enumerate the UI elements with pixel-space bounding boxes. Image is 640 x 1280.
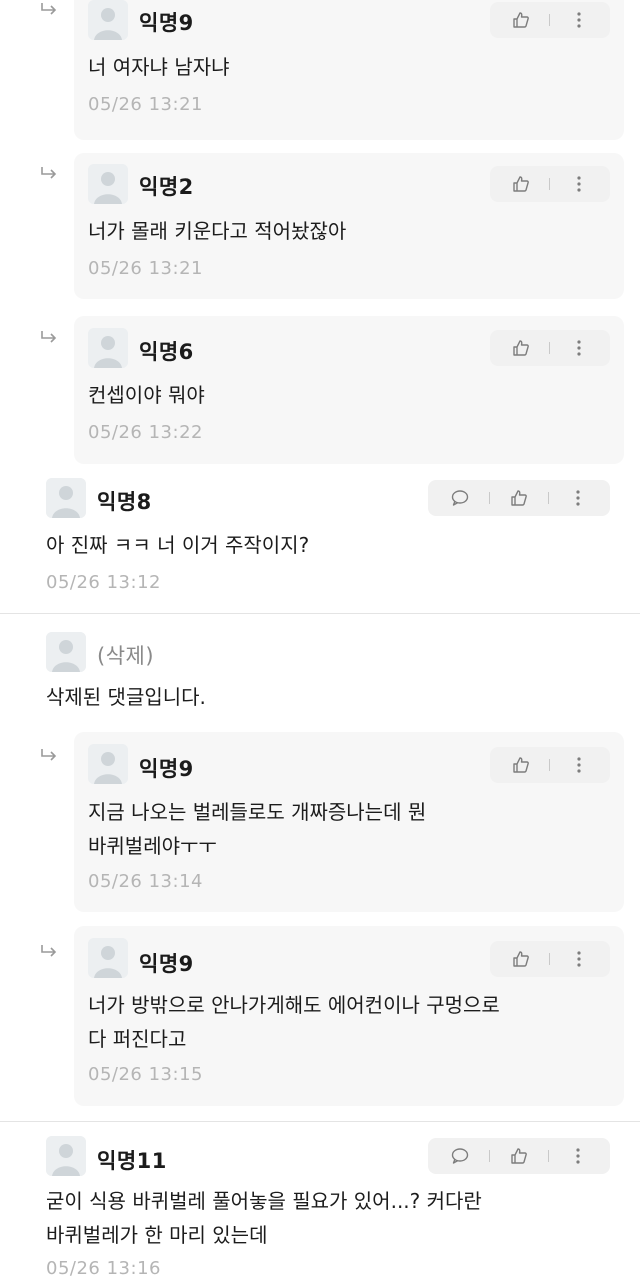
reply-button[interactable] [446,1142,474,1170]
comment-actions [490,2,610,38]
like-button[interactable] [507,334,535,362]
thumbs-up-icon [513,340,530,356]
thumbs-up-icon [511,490,527,506]
comment-divider [0,1121,640,1122]
comment-author: 익명9 [139,757,194,781]
comment-actions [490,330,610,366]
comment-author: 익명9 [139,11,194,35]
reply-arrow-icon [41,749,57,761]
avatar[interactable] [46,1136,86,1176]
more-vertical-icon [577,12,581,28]
anonymous-avatar-icon [46,478,86,518]
anonymous-avatar-icon [46,1136,86,1176]
reply-arrow-icon [41,945,57,957]
comment-actions [490,747,610,783]
comment-content: 너 여자냐 남자냐 [88,55,230,79]
comment-author: 익명9 [139,952,194,976]
comment-content: 컨셉이야 뭐야 [88,383,205,407]
comment-author: 익명6 [139,340,194,364]
more-options-button[interactable] [565,170,593,198]
reply-arrow-icon [41,167,57,179]
more-vertical-icon [577,340,581,356]
comment-timestamp: 05/26 13:14 [88,871,203,892]
anonymous-avatar-icon [88,164,128,204]
reply-button[interactable] [446,484,474,512]
more-options-button[interactable] [564,484,592,512]
thumbs-up-icon [513,951,530,967]
comment-actions [428,480,610,516]
speech-bubble-icon [451,1148,468,1164]
more-options-button[interactable] [565,334,593,362]
comment-divider [0,613,640,614]
comment-content: 굳이 식용 바퀴벌레 풀어놓을 필요가 있어...? 커다란 바퀴벌레가 한 마… [46,1189,482,1247]
like-button[interactable] [505,484,533,512]
like-button[interactable] [505,1142,533,1170]
avatar[interactable] [88,164,128,204]
comment-author-deleted: (삭제) [97,644,155,668]
anonymous-avatar-icon [88,938,128,978]
thumbs-up-icon [511,1148,527,1164]
more-options-button[interactable] [565,945,593,973]
like-button[interactable] [507,170,535,198]
comment-content: 아 진짜 ㅋㅋ 너 이거 주작이지? [46,533,310,557]
avatar[interactable] [46,478,86,518]
comment-content: 지금 나오는 벌레들로도 개짜증나는데 뭔 바퀴벌레야ㅜㅜ [88,800,427,858]
comment-timestamp: 05/26 13:15 [88,1064,203,1085]
like-button[interactable] [507,945,535,973]
comment-actions [490,166,610,202]
like-button[interactable] [507,751,535,779]
more-options-button[interactable] [564,1142,592,1170]
more-vertical-icon [577,757,581,773]
avatar[interactable] [88,938,128,978]
comment-actions [490,941,610,977]
thumbs-up-icon [513,757,530,773]
more-vertical-icon [576,490,580,506]
comment-content-deleted: 삭제된 댓글입니다. [46,685,206,709]
avatar [46,632,86,672]
anonymous-avatar-icon [88,0,128,40]
anonymous-avatar-icon [88,328,128,368]
more-vertical-icon [577,176,581,192]
comment-timestamp: 05/26 13:16 [46,1258,161,1279]
comment-content: 너가 방밖으로 안나가게해도 에어컨이나 구멍으로 다 퍼진다고 [88,993,500,1051]
comment-author: 익명11 [97,1149,167,1173]
thumbs-up-icon [513,12,530,28]
speech-bubble-icon [451,490,468,506]
more-vertical-icon [576,1148,580,1164]
thumbs-up-icon [513,176,530,192]
reply-arrow-icon [41,331,57,343]
reply-arrow-icon [41,3,57,15]
avatar[interactable] [88,0,128,40]
avatar[interactable] [88,744,128,784]
more-vertical-icon [577,951,581,967]
more-options-button[interactable] [565,6,593,34]
comment-content: 너가 몰래 키운다고 적어놨잖아 [88,219,347,243]
anonymous-avatar-icon [88,744,128,784]
comment-timestamp: 05/26 13:21 [88,94,203,115]
comment-timestamp: 05/26 13:22 [88,422,203,443]
comment-timestamp: 05/26 13:21 [88,258,203,279]
anonymous-avatar-icon [46,632,86,672]
comment-timestamp: 05/26 13:12 [46,572,161,593]
like-button[interactable] [507,6,535,34]
comment-actions [428,1138,610,1174]
avatar[interactable] [88,328,128,368]
more-options-button[interactable] [565,751,593,779]
comment-author: 익명2 [139,175,194,199]
comment-author: 익명8 [97,490,152,514]
